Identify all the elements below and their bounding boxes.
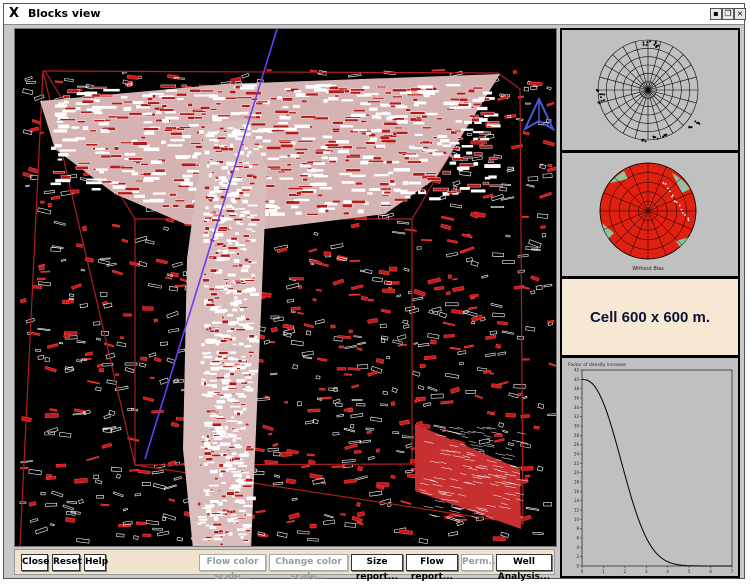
minimize-icon[interactable]: ▪ xyxy=(710,8,722,20)
fracture-ceiling-mass xyxy=(40,74,503,229)
y-tick-label: 30 xyxy=(574,424,580,429)
y-tick-label: 18 xyxy=(574,480,580,485)
fracture-wall-patch xyxy=(415,424,529,529)
well-analysis-button[interactable]: Well Analysis... xyxy=(496,554,552,582)
flow-report-button[interactable]: Flow report... xyxy=(406,554,458,582)
change-color-scale-button[interactable]: Change color scale... xyxy=(269,554,348,582)
x-tick-label: 1 xyxy=(602,569,605,574)
y-tick-label: 16 xyxy=(574,489,580,494)
y-tick-label: 28 xyxy=(574,433,580,438)
y-tick-label: 40 xyxy=(574,377,580,382)
y-tick-label: 26 xyxy=(574,442,580,447)
side-panels: Without Bias Cell 600 x 600 m. Factor of… xyxy=(560,28,740,578)
y-tick-label: 12 xyxy=(574,508,580,513)
button-bar: Close Reset Help Flow color scale... Cha… xyxy=(14,549,555,582)
stereonet-poles xyxy=(595,39,701,143)
flow-color-scale-button[interactable]: Flow color scale... xyxy=(199,554,266,582)
x-tick-label: 6 xyxy=(709,569,712,574)
x-tick-label: 5 xyxy=(688,569,691,574)
window-title: Blocks view xyxy=(28,7,101,20)
y-tick-label: 14 xyxy=(574,498,580,503)
blocks-3d-viewport[interactable] xyxy=(14,28,560,549)
stereonet-density-panel: Without Bias xyxy=(562,153,738,276)
stereonet-poles-panel xyxy=(562,30,738,150)
density-curve-plot: Factor of density increase 0246810121416… xyxy=(568,362,734,574)
help-button[interactable]: Help xyxy=(84,554,108,571)
y-tick-label: 4 xyxy=(576,545,579,550)
close-button[interactable]: Close xyxy=(21,554,49,571)
y-tick-label: 42 xyxy=(574,368,580,373)
close-icon[interactable]: × xyxy=(734,8,746,20)
y-tick-label: 36 xyxy=(574,396,580,401)
density-curve-panel: Factor of density increase 0 2 4 6 8 10 12 14 16… xyxy=(562,358,738,576)
x-tick-label: 4 xyxy=(666,569,669,574)
blocks-view-window: X Blocks view ▪ ❐ × Without Bias Cell 60… xyxy=(3,3,746,582)
viewport-canvas xyxy=(19,28,560,549)
density-curve xyxy=(581,378,732,567)
x-tick-label: 7 xyxy=(731,569,734,574)
stereonet-density: Without Bias xyxy=(599,162,697,272)
y-tick-label: 2 xyxy=(576,554,579,559)
y-tick-label: 38 xyxy=(574,386,580,391)
perm-button[interactable]: Perm... xyxy=(461,554,499,571)
y-tick-label: 10 xyxy=(574,517,580,522)
x-tick-label: 3 xyxy=(645,569,648,574)
density-caption: Without Bias xyxy=(632,266,664,272)
y-tick-label: 8 xyxy=(576,526,579,531)
y-tick-label: 6 xyxy=(576,536,579,541)
y-tick-label: 24 xyxy=(574,452,580,457)
y-tick-label: 0 xyxy=(576,564,579,569)
size-report-button[interactable]: Size report... xyxy=(351,554,403,582)
reset-button[interactable]: Reset xyxy=(52,554,82,571)
cell-size-label: Cell 600 x 600 m. xyxy=(589,308,711,326)
x-tick-label: 2 xyxy=(624,569,627,574)
y-tick-label: 32 xyxy=(574,414,580,419)
restore-icon[interactable]: ❐ xyxy=(722,8,734,20)
cell-size-panel: Cell 600 x 600 m. xyxy=(562,279,738,355)
x-icon: X xyxy=(9,6,20,21)
title-bar[interactable]: X Blocks view ▪ ❐ × xyxy=(4,4,746,25)
y-tick-label: 34 xyxy=(574,405,580,410)
x-tick-label: 0 xyxy=(581,569,584,574)
y-tick-label: 20 xyxy=(574,470,580,475)
y-tick-label: 22 xyxy=(574,461,580,466)
